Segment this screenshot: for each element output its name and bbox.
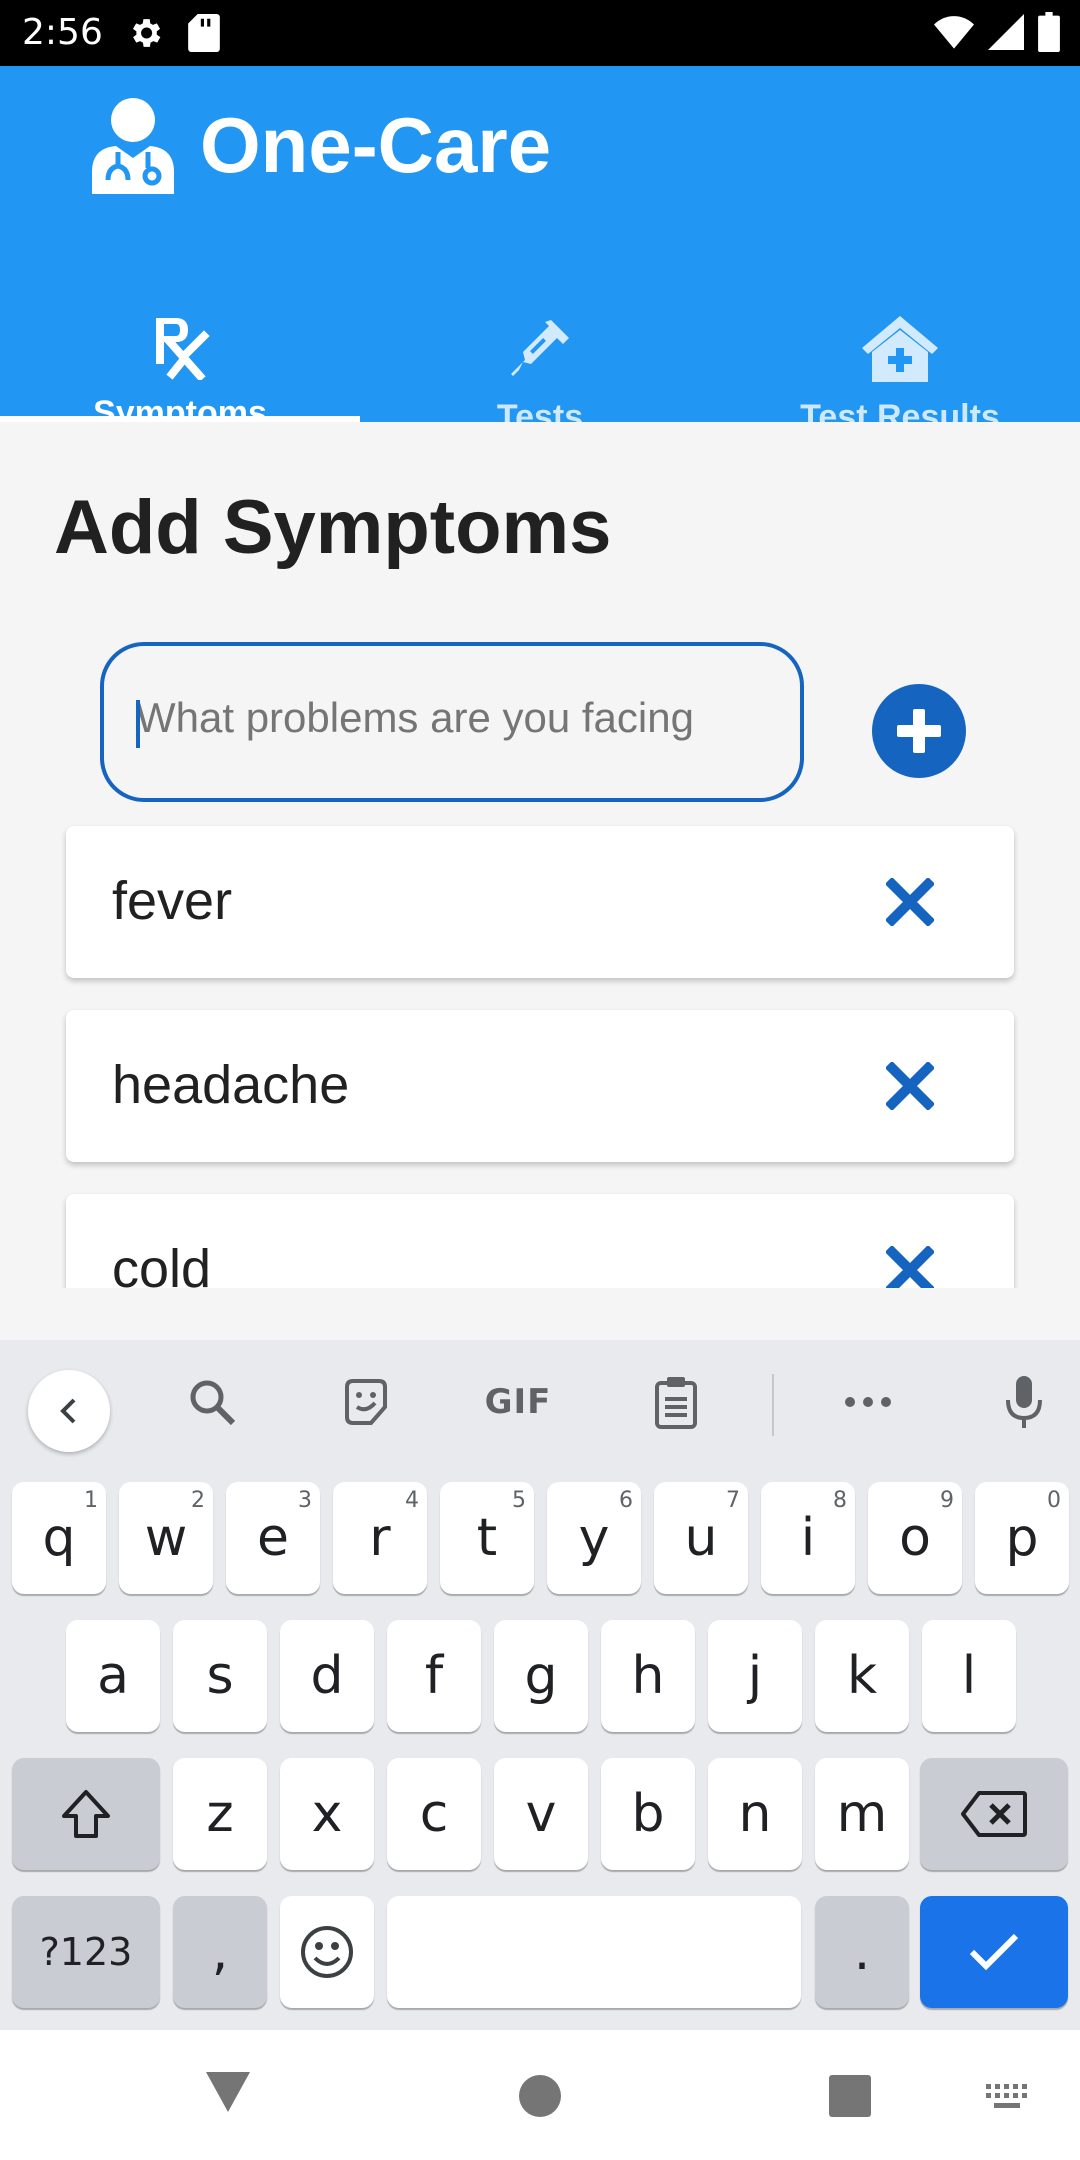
wifi-icon xyxy=(934,16,974,49)
text-caret xyxy=(136,700,140,748)
key-e[interactable]: e3 xyxy=(226,1482,320,1594)
more-icon xyxy=(845,1397,891,1407)
key-s[interactable]: s xyxy=(173,1620,267,1732)
shift-key[interactable] xyxy=(12,1758,160,1870)
key-w[interactable]: w2 xyxy=(119,1482,213,1594)
system-nav-bar xyxy=(0,2030,1080,2160)
key-x[interactable]: x xyxy=(280,1758,374,1870)
tab-test-results[interactable]: Test Results xyxy=(720,242,1080,436)
keyboard-collapse-button[interactable] xyxy=(28,1370,110,1452)
backspace-key[interactable] xyxy=(920,1758,1068,1870)
key-o[interactable]: o9 xyxy=(868,1482,962,1594)
clipboard-icon xyxy=(655,1377,697,1429)
close-icon xyxy=(886,1246,934,1288)
search-icon xyxy=(190,1380,236,1426)
mic-icon xyxy=(1006,1376,1042,1428)
page-title: Add Symptoms xyxy=(54,485,612,570)
key-a[interactable]: a xyxy=(66,1620,160,1732)
keyboard-switch-icon[interactable] xyxy=(984,2082,1030,2112)
status-time: 2:56 xyxy=(22,12,103,53)
symptom-label: headache xyxy=(112,1055,350,1115)
battery-icon xyxy=(1038,12,1060,52)
key-u[interactable]: u7 xyxy=(654,1482,748,1594)
symptom-input-box[interactable] xyxy=(100,642,804,802)
key-c[interactable]: c xyxy=(387,1758,481,1870)
shift-icon xyxy=(62,1790,110,1838)
key-d[interactable]: d xyxy=(280,1620,374,1732)
spacebar[interactable] xyxy=(387,1896,801,2008)
tab-symptoms[interactable]: Symptoms xyxy=(0,242,360,432)
done-key[interactable] xyxy=(920,1896,1068,2008)
key-r[interactable]: r4 xyxy=(333,1482,427,1594)
emoji-key[interactable] xyxy=(280,1896,374,2008)
keyboard-gif-button[interactable]: GIF xyxy=(478,1366,558,1438)
cell-signal-icon xyxy=(988,14,1024,50)
gif-label: GIF xyxy=(484,1382,552,1422)
rx-icon xyxy=(140,314,220,380)
key-q[interactable]: q1 xyxy=(12,1482,106,1594)
remove-symptom-button[interactable] xyxy=(876,1052,944,1120)
chevron-left-icon xyxy=(60,1398,76,1424)
close-icon xyxy=(886,1062,934,1110)
backspace-icon xyxy=(961,1791,1027,1837)
remove-symptom-button[interactable] xyxy=(876,1236,944,1288)
symptom-card: fever xyxy=(66,826,1014,978)
sd-card-icon xyxy=(188,14,220,52)
key-f[interactable]: f xyxy=(387,1620,481,1732)
sticker-icon xyxy=(345,1379,387,1425)
checkmark-icon xyxy=(969,1933,1019,1971)
home-icon[interactable] xyxy=(518,2074,562,2118)
symptom-label: fever xyxy=(112,871,233,931)
key-l[interactable]: l xyxy=(922,1620,1016,1732)
keyboard-clipboard-button[interactable] xyxy=(636,1366,716,1438)
hospital-icon xyxy=(860,314,940,384)
keyboard-more-button[interactable] xyxy=(828,1366,908,1438)
on-screen-keyboard: GIF q1 w2 e3 r4 t5 y 6 u 7 i 8 o 9 p 0 a… xyxy=(0,1340,1080,2030)
symptom-card: cold xyxy=(66,1194,1014,1288)
app-bar: One-Care Symptoms Tests Test Results xyxy=(0,66,1080,436)
key-b[interactable]: b xyxy=(601,1758,695,1870)
app-title: One-Care xyxy=(200,100,552,189)
keyboard-sticker-button[interactable] xyxy=(326,1366,406,1438)
keyboard-mic-button[interactable] xyxy=(984,1366,1064,1438)
key-t[interactable]: t5 xyxy=(440,1482,534,1594)
key-j[interactable]: j xyxy=(708,1620,802,1732)
key-v[interactable]: v xyxy=(494,1758,588,1870)
remove-symptom-button[interactable] xyxy=(876,868,944,936)
key-p[interactable]: p0 xyxy=(975,1482,1069,1594)
back-icon[interactable] xyxy=(204,2070,252,2114)
close-icon xyxy=(886,878,934,926)
key-z[interactable]: z xyxy=(173,1758,267,1870)
comma-key[interactable]: , xyxy=(173,1896,267,2008)
symptom-input[interactable] xyxy=(136,686,776,750)
key-i[interactable]: i8 xyxy=(761,1482,855,1594)
recents-icon[interactable] xyxy=(828,2074,872,2118)
tab-bar: Symptoms Tests Test Results xyxy=(0,242,1080,436)
period-key[interactable]: . xyxy=(815,1896,909,2008)
gear-icon xyxy=(132,19,161,47)
key-m[interactable]: m xyxy=(815,1758,909,1870)
toolbar-divider xyxy=(772,1374,774,1436)
key-n[interactable]: n xyxy=(708,1758,802,1870)
key-g[interactable]: g xyxy=(494,1620,588,1732)
plus-icon xyxy=(897,709,941,753)
tab-tests[interactable]: Tests xyxy=(360,242,720,436)
status-bar: 2:56 xyxy=(0,0,1080,66)
symptoms-page: Add Symptoms fever headache cold xyxy=(0,422,1080,1288)
key-y[interactable]: y6 xyxy=(547,1482,641,1594)
doctor-icon xyxy=(92,98,174,194)
symbols-key[interactable]: ?123 xyxy=(12,1896,160,2008)
add-symptom-button[interactable] xyxy=(872,684,966,778)
symptom-card: headache xyxy=(66,1010,1014,1162)
symptom-label: cold xyxy=(112,1239,212,1288)
keyboard-search-button[interactable] xyxy=(172,1366,252,1438)
syringe-icon xyxy=(500,314,580,384)
key-k[interactable]: k xyxy=(815,1620,909,1732)
emoji-icon xyxy=(301,1926,353,1978)
key-h[interactable]: h xyxy=(601,1620,695,1732)
brand: One-Care xyxy=(90,96,551,194)
keyboard-toolbar: GIF xyxy=(0,1340,1080,1464)
